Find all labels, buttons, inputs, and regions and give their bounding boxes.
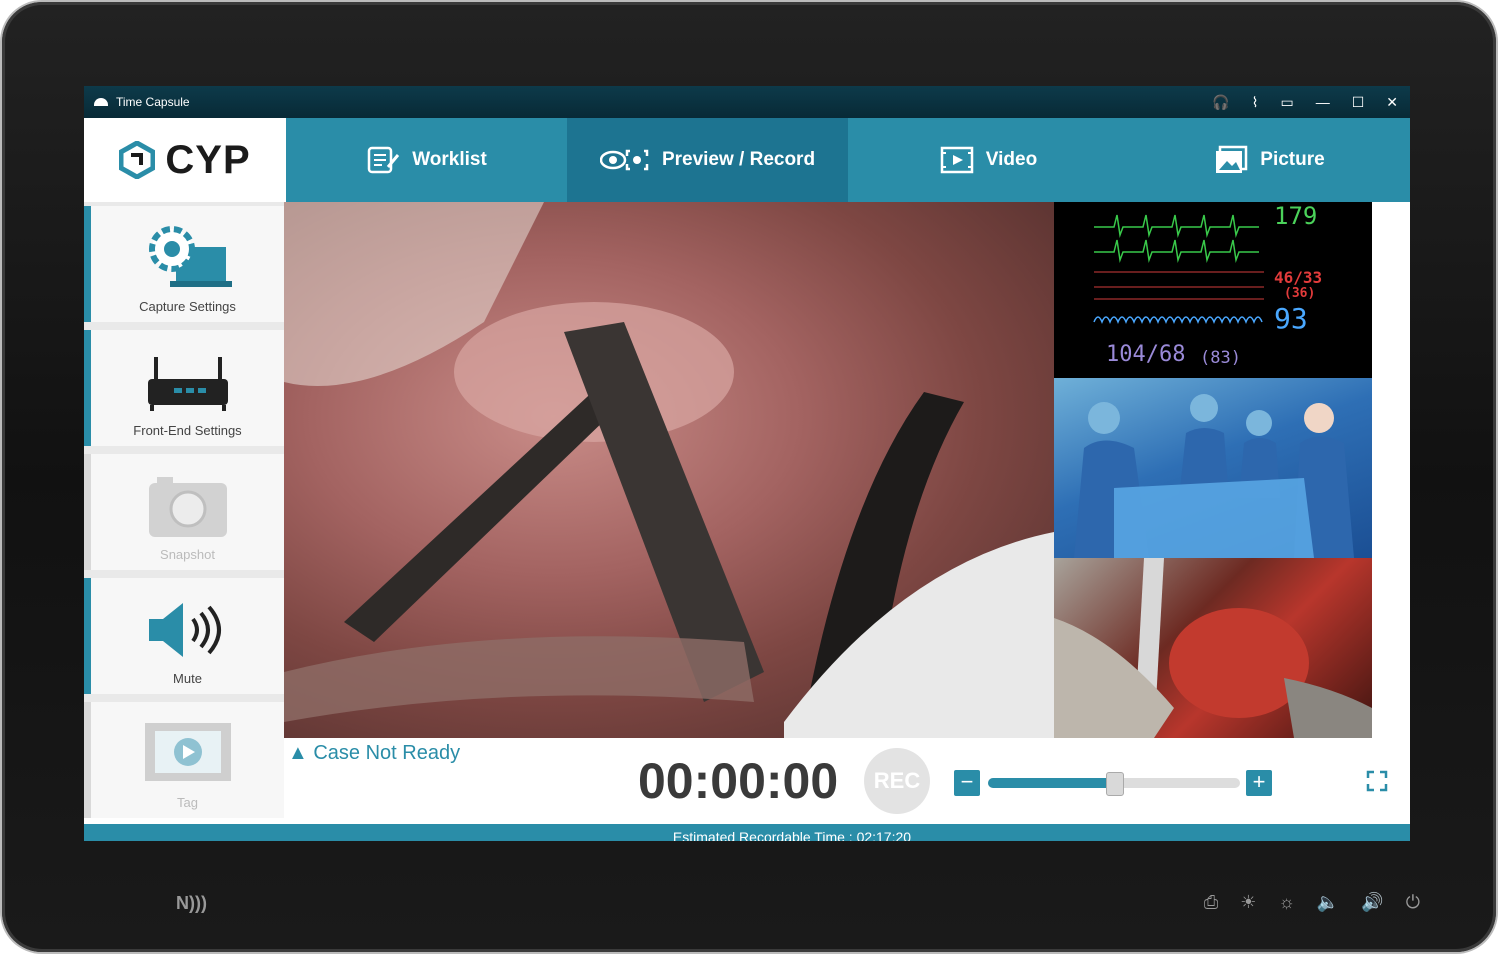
logo-text: CYP xyxy=(165,137,251,182)
worklist-icon xyxy=(367,146,400,174)
power-icon[interactable]: ⏻ xyxy=(1406,892,1420,913)
record-timer: 00:00:00 xyxy=(638,753,839,809)
window-title: Time Capsule xyxy=(116,95,190,109)
video-icon xyxy=(940,146,974,174)
keyboard-icon[interactable]: ▭ xyxy=(1280,94,1293,111)
picture-icon xyxy=(1216,145,1248,173)
cyp-logo-icon xyxy=(119,141,156,179)
zoom-in-button[interactable]: + xyxy=(1246,770,1272,796)
zoom-out-button[interactable]: − xyxy=(954,770,980,796)
fullscreen-icon[interactable] xyxy=(1366,770,1388,792)
operating-room-image xyxy=(1074,394,1354,558)
sidebar-item-mute[interactable]: Mute xyxy=(84,578,284,694)
main-video-feed[interactable] xyxy=(284,202,1054,738)
zoom-slider-thumb[interactable] xyxy=(1106,772,1124,796)
tab-preview-record[interactable]: Preview / Record xyxy=(567,118,848,202)
nibp-mean-value: (83) xyxy=(1200,348,1241,368)
auxiliary-feeds: 179 46/33 (36) 93 104/68 (83) xyxy=(1054,202,1372,738)
spo2-value: 93 xyxy=(1274,302,1308,335)
brand-logo: CYP xyxy=(84,118,286,202)
tab-preview-record-label: Preview / Record xyxy=(661,149,816,170)
tab-video[interactable]: Video xyxy=(848,118,1129,202)
art-value: 46/33 xyxy=(1274,268,1323,287)
sidebar-item-label: Mute xyxy=(173,671,202,686)
hardware-buttons: ⎙ ☀ ☼ 🔈 🔊 ⏻ xyxy=(1204,892,1420,913)
tab-picture[interactable]: Picture xyxy=(1129,118,1410,202)
brightness-down-icon[interactable]: ☼ xyxy=(1278,892,1295,913)
record-button[interactable]: REC xyxy=(864,748,930,814)
volume-up-icon[interactable]: 🔊 xyxy=(1361,892,1383,913)
remote-icon[interactable]: ⌇ xyxy=(1252,94,1259,111)
record-controls: ▲ Case Not Ready 00:00:00 REC − + xyxy=(284,738,1410,824)
sidebar-item-label: Front-End Settings xyxy=(133,423,242,438)
sidebar-item-snapshot[interactable]: Snapshot xyxy=(84,454,284,570)
sidebar-item-tag[interactable]: Tag xyxy=(84,702,284,818)
tab-picture-label: Picture xyxy=(1260,149,1325,170)
patient-monitor-feed[interactable]: 179 46/33 (36) 93 104/68 (83) xyxy=(1054,202,1372,378)
case-status: ▲ Case Not Ready xyxy=(288,742,460,765)
nfc-icon: N))) xyxy=(176,893,207,913)
zoom-slider-fill xyxy=(988,778,1114,788)
input-source-icon[interactable]: ⎙ xyxy=(1204,892,1218,913)
tab-worklist-label: Worklist xyxy=(412,149,487,170)
brightness-up-icon[interactable]: ☀ xyxy=(1240,892,1256,913)
operating-room-feed[interactable] xyxy=(1054,378,1372,558)
app-window: Time Capsule 🎧 ⌇ ▭ — ☐ ✕ CYP Worklist Pr… xyxy=(84,86,1410,841)
sidebar-item-label: Snapshot xyxy=(160,547,215,562)
close-button[interactable]: ✕ xyxy=(1386,94,1398,111)
headset-icon[interactable]: 🎧 xyxy=(1212,94,1229,111)
art-mean-value: (36) xyxy=(1284,286,1316,301)
volume-down-icon[interactable]: 🔈 xyxy=(1317,892,1339,913)
estimated-time-label: Estimated Recordable Time : xyxy=(672,829,853,841)
sidebar-item-label: Tag xyxy=(177,795,198,810)
tab-worklist[interactable]: Worklist xyxy=(286,118,567,202)
surgical-field-feed[interactable] xyxy=(1054,558,1372,738)
hr-value: 179 xyxy=(1274,202,1318,230)
preview-record-icon xyxy=(599,149,649,171)
tab-video-label: Video xyxy=(985,149,1038,170)
title-bar: Time Capsule 🎧 ⌇ ▭ — ☐ ✕ xyxy=(84,86,1410,118)
nibp-value: 104/68 xyxy=(1106,342,1186,367)
app-icon xyxy=(94,98,108,106)
main-nav: Worklist Preview / Record Video Picture xyxy=(286,118,1410,202)
sidebar-item-capture-settings[interactable]: Capture Settings xyxy=(84,206,284,322)
minimize-button[interactable]: — xyxy=(1316,94,1330,110)
surgical-scene-image xyxy=(284,202,1054,738)
zoom-slider[interactable] xyxy=(988,772,1240,796)
sidebar: Capture Settings Front-End Settings Snap… xyxy=(84,202,284,818)
sidebar-item-label: Capture Settings xyxy=(139,299,236,314)
speaker-icon xyxy=(148,603,221,657)
case-status-text: Case Not Ready xyxy=(313,742,461,764)
estimated-time-value: 02:17:20 xyxy=(856,829,912,841)
maximize-button[interactable]: ☐ xyxy=(1352,94,1365,111)
tag-video-icon xyxy=(144,723,231,781)
camera-icon xyxy=(148,477,227,537)
capture-settings-icon xyxy=(148,226,232,287)
status-bar: Estimated Recordable Time : 02:17:20 xyxy=(84,824,1410,841)
open-heart-image xyxy=(1054,558,1372,738)
warning-icon: ▲ xyxy=(288,742,308,764)
router-icon xyxy=(147,357,228,411)
sidebar-item-front-end-settings[interactable]: Front-End Settings xyxy=(84,330,284,446)
